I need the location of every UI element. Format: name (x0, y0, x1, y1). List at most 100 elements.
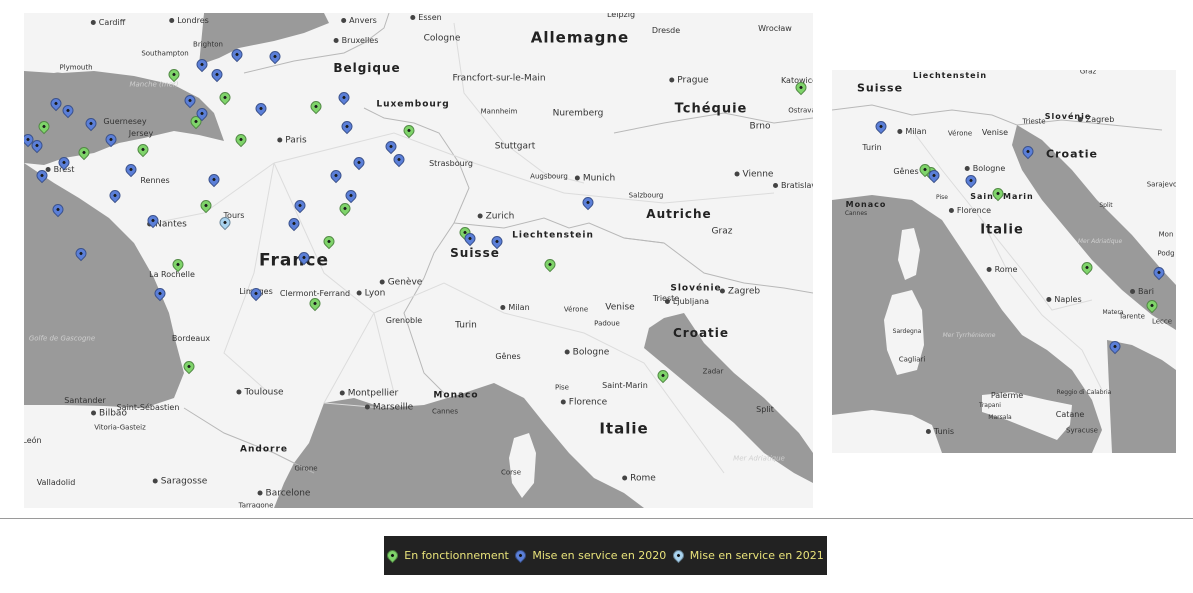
place-label-pise: Pise (936, 194, 948, 201)
place-label-zadar: Zadar (702, 367, 724, 376)
place-label-bari: Bari (1130, 288, 1154, 296)
place-label-saint-sebastien: Saint-Sébastien (116, 403, 180, 412)
place-label-rome: Rome (987, 266, 1018, 274)
country-label-liechtenstein: Liechtenstein (512, 230, 594, 241)
place-label-mer-adriatique: Mer Adriatique (733, 454, 785, 463)
place-label-prague: Prague (669, 76, 708, 86)
place-label-bordeaux: Bordeaux (171, 334, 211, 343)
place-label-venise: Venise (981, 128, 1009, 137)
place-label-munich: Munich (575, 174, 615, 184)
light-blue-pin-icon (670, 547, 687, 564)
place-label-graz: Graz (711, 226, 733, 237)
place-label-augsbourg: Augsbourg (530, 172, 568, 181)
place-label-toulouse: Toulouse (236, 388, 283, 398)
place-label-mon: Mon (1158, 230, 1174, 239)
place-label-milan: Milan (500, 304, 529, 312)
place-label-milan: Milan (897, 128, 926, 136)
place-label-jersey: Jersey (128, 129, 154, 138)
place-label-split: Split (756, 405, 774, 414)
place-label-stuttgart: Stuttgart (494, 141, 536, 152)
place-label-wroc-aw: Wrocław (758, 24, 792, 33)
place-label-paris: Paris (277, 136, 306, 146)
place-label-cannes: Cannes (844, 210, 868, 217)
country-label-slovenie: Slovénie (670, 283, 722, 294)
place-label-palerme: Palerme (990, 391, 1024, 400)
main-map[interactable]: Allemagne Belgique Luxembourg France Suisse T… (24, 13, 813, 508)
legend-label: Mise en service en 2021 (689, 549, 824, 562)
legend-label: Mise en service en 2020 (532, 549, 667, 562)
place-label-bologne: Bologne (565, 348, 610, 358)
place-label-montpellier: Montpellier (340, 389, 399, 399)
place-label-florence: Florence (561, 398, 607, 408)
place-label-bologne: Bologne (965, 165, 1006, 173)
place-label-plymouth: Plymouth (59, 63, 93, 72)
place-label-strasbourg: Strasbourg (429, 159, 473, 168)
place-label-barcelone: Barcelone (258, 489, 311, 499)
green-pin-icon (384, 547, 401, 564)
place-label-manche-mer: Manche (mer) (129, 80, 179, 89)
place-label-la-rochelle: La Rochelle (149, 270, 195, 279)
place-label-cannes: Cannes (431, 407, 459, 416)
legend-label: En fonctionnement (404, 549, 509, 562)
place-label-naples: Naples (1046, 296, 1081, 304)
place-label-mer-adriatique: Mer Adriatique (1077, 238, 1123, 245)
country-label-suisse: Suisse (856, 81, 904, 95)
place-label-brighton: Brighton (193, 40, 223, 49)
place-label-zagreb: Zagreb (720, 287, 760, 297)
legend-item-mise-2021: Mise en service en 2021 (670, 547, 824, 564)
place-label-lecce: Lecce (1151, 317, 1173, 326)
place-label-anvers: Anvers (341, 17, 377, 25)
place-label-tunis: Tunis (926, 428, 954, 436)
legend: En fonctionnement Mise en service en 202… (384, 536, 827, 575)
place-label-geneve: Genève (380, 278, 423, 288)
place-label-catane: Catane (1055, 410, 1085, 419)
place-label-bratislava: Bratislava (773, 182, 813, 190)
place-label-santander: Santander (64, 396, 106, 405)
place-label-bruxelles: Bruxelles (334, 37, 379, 45)
legend-item-mise-2020: Mise en service en 2020 (513, 547, 667, 564)
place-label-pise: Pise (555, 383, 569, 392)
place-label-venise: Venise (605, 302, 635, 313)
place-label-dresde: Dresde (651, 26, 681, 35)
inset-map[interactable]: Suisse Liechtenstein Slovénie Croatie Italie… (832, 70, 1176, 453)
place-label-reggio-di-calabria: Reggio di Calabria (1056, 389, 1112, 396)
blue-pin-icon (513, 547, 529, 564)
place-label-saragosse: Saragosse (153, 477, 208, 487)
country-label-allemagne: Allemagne (530, 28, 630, 47)
place-label-trapani: Trapani (979, 402, 1001, 409)
place-label-verone: Vérone (947, 129, 973, 138)
place-label-podg: Podg (1157, 249, 1175, 258)
country-label-monaco: Monaco (433, 390, 479, 401)
country-label-monaco: Monaco (845, 200, 887, 209)
country-label-belgique: Belgique (333, 61, 401, 75)
place-label-cardiff: Cardiff (91, 19, 125, 27)
place-label-essen: Essen (410, 14, 441, 22)
place-label-sarajevo: Sarajevo (1146, 180, 1176, 189)
place-label-tarente: Tarente (1119, 312, 1145, 321)
place-label-southampton: Southampton (141, 49, 189, 58)
divider-line (0, 518, 1193, 519)
place-label-londres: Londres (169, 17, 209, 25)
country-label-croatie: Croatie (1046, 147, 1098, 161)
place-label-trieste: Trieste (1022, 117, 1046, 126)
place-label-graz: Graz (1079, 70, 1097, 76)
country-label-andorre: Andorre (240, 444, 288, 455)
country-label-liechtenstein: Liechtenstein (912, 71, 988, 80)
place-label-trieste: Trieste (652, 294, 680, 303)
legend-item-en-fonctionnement: En fonctionnement (384, 547, 509, 564)
place-label-guernesey: Guernesey (103, 117, 147, 126)
place-label-split: Split (1099, 202, 1113, 209)
place-label-rome: Rome (622, 474, 656, 484)
place-label-zagreb: Zagreb (1078, 116, 1115, 124)
place-label-golfe-de-gascogne: Golfe de Gascogne (28, 334, 96, 343)
place-label-vitoria-gasteiz: Vitoria-Gasteiz (94, 423, 146, 432)
place-label-valladolid: Valladolid (36, 478, 76, 487)
place-label-cologne: Cologne (423, 33, 461, 44)
place-label-leon: León (24, 436, 42, 445)
place-label-lyon: Lyon (357, 289, 386, 299)
place-label-verone: Vérone (563, 305, 589, 314)
place-label-padoue: Padoue (594, 319, 620, 328)
place-label-turin: Turin (455, 320, 477, 331)
place-label-mannheim: Mannheim (480, 107, 518, 116)
country-label-suisse: Suisse (450, 246, 500, 260)
